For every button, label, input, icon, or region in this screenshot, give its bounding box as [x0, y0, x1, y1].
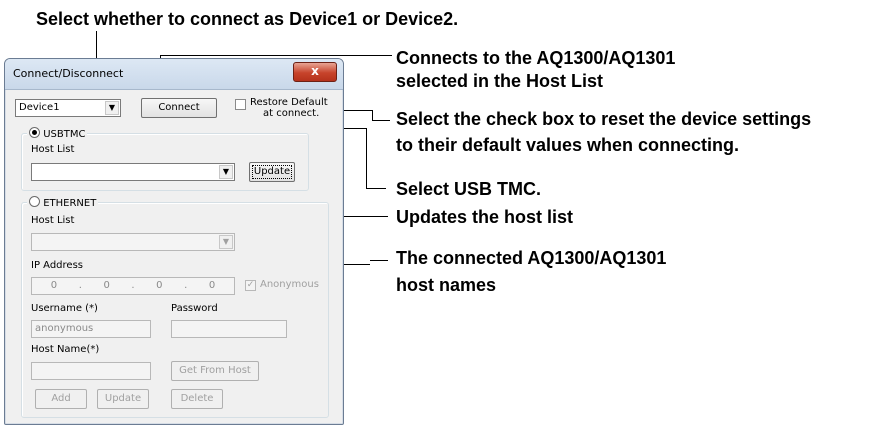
usbtmc-radio[interactable] [29, 127, 40, 138]
chevron-down-icon[interactable]: ▼ [105, 101, 119, 115]
chevron-down-icon[interactable]: ▼ [219, 235, 233, 249]
leader-usbtmc-v [366, 128, 367, 188]
ethernet-host-list-label: Host List [31, 215, 75, 226]
callout-usbtmc: Select USB TMC. [396, 179, 542, 199]
check-icon: ✓ [246, 280, 255, 290]
dialog-titlebar[interactable]: Connect/Disconnect x [5, 59, 343, 90]
usbtmc-host-list-select[interactable]: ▼ [31, 163, 235, 181]
callout-device-select: Select whether to connect as Device1 or … [36, 9, 459, 29]
leader-connect-diag [380, 55, 392, 56]
callout-restore-line2: to their default values when connecting. [396, 135, 740, 155]
leader-usbtmc-h2 [366, 188, 386, 189]
ethernet-update-button[interactable]: Update [97, 389, 149, 409]
password-field[interactable] [171, 320, 287, 338]
ethernet-label: ETHERNET [43, 198, 97, 209]
callout-restore-line1: Select the check box to reset the device… [396, 109, 812, 129]
close-button[interactable]: x [293, 62, 337, 82]
leader-restore-v [372, 110, 373, 120]
dialog-title: Connect/Disconnect [13, 67, 124, 80]
leader-restore-h2 [372, 120, 390, 121]
delete-button[interactable]: Delete [171, 389, 223, 409]
callout-update: Updates the host list [396, 207, 574, 227]
ip-octet-3: 0 [156, 280, 163, 291]
ip-address-field[interactable]: 0 . 0 . 0 . 0 [31, 277, 235, 295]
ethernet-legend: ETHERNET [27, 195, 99, 209]
callout-hostnames-line2: host names [396, 275, 497, 295]
dialog-client-area: Device1 ▼ Connect Restore Default at con… [7, 90, 341, 422]
callout-connect-line1: Connects to the AQ1300/AQ1301 [396, 48, 676, 68]
device-select[interactable]: Device1 ▼ [15, 99, 121, 117]
username-field[interactable]: anonymous [31, 320, 151, 338]
anonymous-label: Anonymous [260, 279, 319, 290]
password-label: Password [171, 303, 218, 314]
leader-hostnames-tail [370, 260, 388, 261]
restore-default-line1: Restore Default [250, 97, 328, 108]
callout-hostnames-line1: The connected AQ1300/AQ1301 [396, 248, 667, 268]
restore-default-line2: at connect. [263, 108, 320, 119]
connect-disconnect-dialog: Connect/Disconnect x Device1 ▼ Connect R… [4, 58, 344, 425]
ip-separator: . [131, 280, 135, 291]
leader-restore-h1 [340, 110, 372, 111]
usbtmc-label: USBTMC [43, 129, 86, 140]
ip-separator: . [78, 280, 82, 291]
close-icon: x [311, 64, 319, 78]
connect-button[interactable]: Connect [141, 98, 217, 118]
ip-octet-1: 0 [50, 280, 58, 291]
add-button[interactable]: Add [35, 389, 87, 409]
host-name-label: Host Name(*) [31, 344, 100, 355]
ip-octet-4: 0 [208, 280, 216, 291]
anonymous-checkbox[interactable]: ✓ [245, 280, 256, 291]
ip-address-label: IP Address [31, 260, 83, 271]
restore-default-checkbox[interactable] [235, 99, 246, 110]
usbtmc-host-list-label: Host List [31, 144, 75, 155]
usbtmc-update-button[interactable]: Update [249, 162, 295, 182]
chevron-down-icon[interactable]: ▼ [219, 165, 233, 179]
host-name-field[interactable] [31, 362, 151, 380]
usbtmc-legend: USBTMC [27, 126, 88, 140]
callout-connect-line2: selected in the Host List [396, 71, 604, 91]
get-from-host-button[interactable]: Get From Host [171, 361, 259, 381]
restore-default-label: Restore Default at connect. [250, 97, 328, 119]
ip-separator: . [184, 280, 188, 291]
username-label: Username (*) [31, 303, 98, 314]
ip-octet-2: 0 [103, 280, 110, 291]
device-select-value: Device1 [19, 102, 60, 113]
ethernet-radio[interactable] [29, 196, 40, 207]
ethernet-host-list-select[interactable]: ▼ [31, 233, 235, 251]
leader-connect-h [160, 55, 380, 56]
